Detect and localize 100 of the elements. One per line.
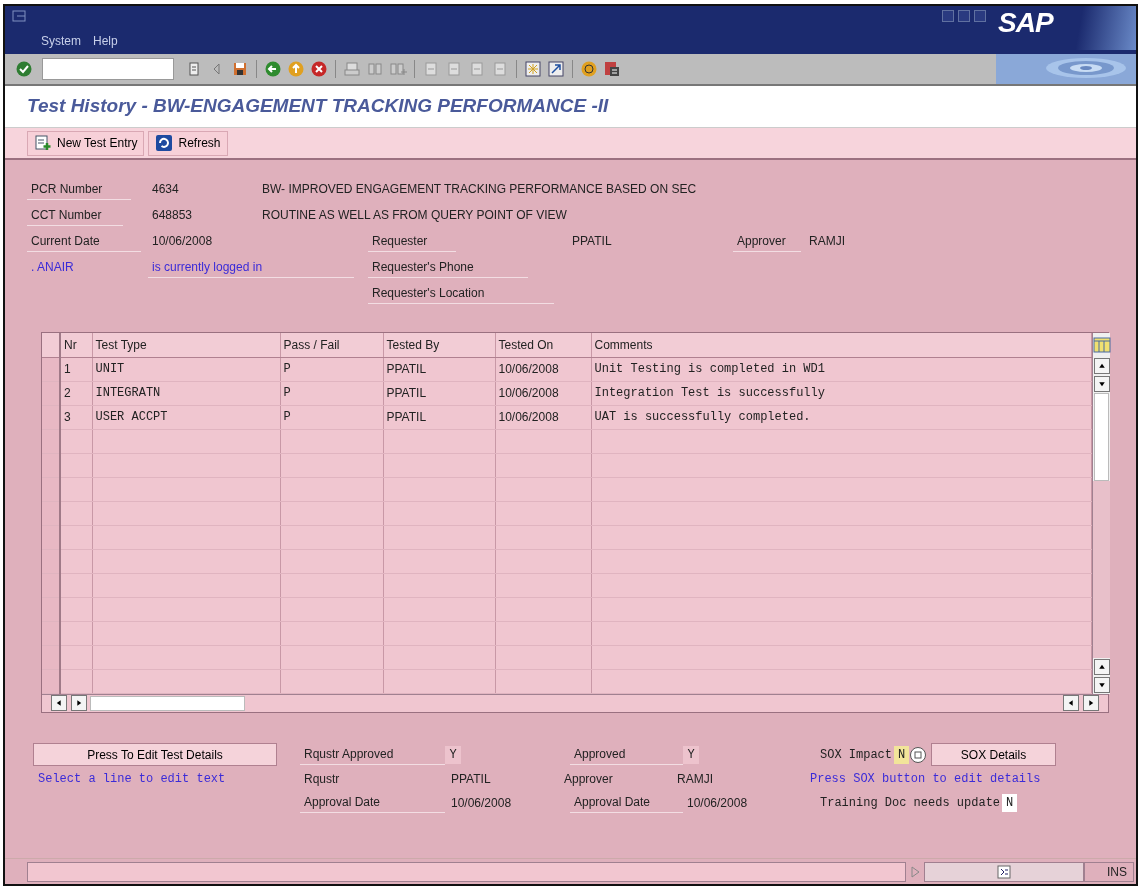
field-value: 10/06/2008 [686, 794, 749, 812]
row-selector[interactable] [42, 645, 60, 669]
row-selector[interactable] [42, 477, 60, 501]
table-cell: 1 [60, 357, 92, 381]
back-icon[interactable] [264, 60, 282, 78]
field-label: Requester's Location [368, 282, 554, 304]
next-page-icon[interactable] [468, 60, 486, 78]
first-page-icon[interactable] [422, 60, 440, 78]
table-cell: UAT is successfully completed. [591, 405, 1091, 429]
table-cell: Integration Test is successfully [591, 381, 1091, 405]
table-cell: P [280, 357, 383, 381]
column-header[interactable]: Comments [591, 333, 1091, 357]
field-value: RAMJI [808, 233, 846, 250]
edit-details-button[interactable]: Press To Edit Test Details [33, 743, 277, 766]
table-cell: 10/06/2008 [495, 381, 591, 405]
layout-icon[interactable] [603, 60, 621, 78]
column-header[interactable]: Pass / Fail [280, 333, 383, 357]
field-value: 648853 [151, 207, 194, 224]
user-name: . ANAIR [30, 259, 75, 276]
scroll-right-icon [1086, 698, 1096, 708]
field-value: 4634 [151, 181, 180, 198]
menu-item[interactable]: Help [93, 32, 118, 50]
minimize-button[interactable] [942, 10, 954, 22]
column-header[interactable]: Nr [60, 333, 92, 357]
field-label: Approver [563, 770, 614, 788]
save-icon[interactable] [231, 60, 249, 78]
shortcut-icon[interactable] [547, 60, 565, 78]
help-icon[interactable] [580, 60, 598, 78]
screen-title: Test History - BW-ENGAGEMENT TRACKING PERFORMANCE -II [27, 94, 609, 119]
scroll-up-button[interactable] [1093, 658, 1110, 675]
new-entry-button[interactable]: New Test Entry [27, 130, 145, 156]
row-selector[interactable] [42, 453, 60, 477]
row-selector[interactable] [42, 621, 60, 645]
row-selector[interactable] [42, 357, 60, 381]
scroll-right-button[interactable] [1083, 695, 1099, 711]
scrollbar-thumb[interactable] [1093, 393, 1109, 481]
column-header[interactable]: Tested By [383, 333, 495, 357]
hint-text: Press SOX button to edit details [809, 770, 1042, 788]
scroll-up-button[interactable] [1093, 358, 1110, 374]
row-selector[interactable] [42, 597, 60, 621]
flag-field[interactable]: N [1002, 793, 1018, 812]
login-status: is currently logged in [148, 256, 354, 278]
select-all-button[interactable] [42, 333, 60, 357]
table-cell: UNIT [92, 357, 280, 381]
table-cell: INTEGRATN [92, 381, 280, 405]
last-page-icon[interactable] [491, 60, 509, 78]
row-selector[interactable] [42, 381, 60, 405]
refresh-icon [155, 134, 174, 152]
maximize-button[interactable] [958, 10, 970, 22]
description-text: ROUTINE AS WELL AS FROM QUERY POINT OF VIEW [261, 207, 568, 224]
row-selector[interactable] [42, 525, 60, 549]
table-cell: 3 [60, 405, 92, 429]
hint-text: Select a line to edit text [37, 770, 227, 788]
column-header[interactable]: Tested On [495, 333, 591, 357]
scrollbar-thumb[interactable] [90, 695, 245, 711]
scroll-left-button[interactable] [51, 695, 67, 711]
field-label: Current Date [27, 230, 141, 252]
field-label: Rqustr [303, 770, 341, 788]
menu-item[interactable]: System [41, 32, 81, 50]
row-selector[interactable] [42, 501, 60, 525]
new-session-icon[interactable] [524, 60, 542, 78]
print-icon[interactable] [343, 60, 361, 78]
table-cell: PPATIL [383, 357, 495, 381]
scroll-down-button[interactable] [1093, 376, 1110, 392]
flag-field[interactable]: Y [683, 746, 699, 764]
row-selector[interactable] [42, 429, 60, 453]
enter-icon[interactable] [15, 60, 33, 78]
scroll-right-button[interactable] [71, 695, 87, 711]
table-cell: PPATIL [383, 405, 495, 429]
table-cell: P [280, 381, 383, 405]
value-help-icon[interactable] [909, 745, 927, 764]
previous-page-icon[interactable] [445, 60, 463, 78]
table-cell: 10/06/2008 [495, 405, 591, 429]
find-next-icon[interactable] [389, 60, 407, 78]
table-cell: P [280, 405, 383, 429]
field-value: 10/06/2008 [151, 233, 214, 250]
field-value: RAMJI [676, 770, 714, 788]
insert-mode: INS [1084, 861, 1134, 882]
row-selector[interactable] [42, 549, 60, 573]
table-cell: Unit Testing is completed in WD1 [591, 357, 1091, 381]
scroll-right-icon [74, 698, 84, 708]
column-header[interactable]: Test Type [92, 333, 280, 357]
scroll-left-button[interactable] [1063, 695, 1079, 711]
table-cell: PPATIL [383, 381, 495, 405]
scroll-down-button[interactable] [1093, 676, 1110, 693]
cancel-icon[interactable] [310, 60, 328, 78]
close-button[interactable] [974, 10, 986, 22]
row-selector[interactable] [42, 573, 60, 597]
info-icon[interactable] [995, 862, 1013, 881]
logo: SAP [997, 6, 1053, 40]
flag-field[interactable]: Y [445, 746, 461, 764]
table-cell: 10/06/2008 [495, 357, 591, 381]
refresh-button[interactable]: Refresh [148, 130, 228, 156]
exit-icon[interactable] [287, 60, 305, 78]
row-selector[interactable] [42, 405, 60, 429]
command-field[interactable] [42, 58, 174, 80]
flag-field[interactable]: N [894, 745, 909, 764]
field-label: CCT Number [27, 204, 123, 226]
sox-details-button[interactable]: SOX Details [931, 743, 1056, 766]
find-icon[interactable] [366, 60, 384, 78]
